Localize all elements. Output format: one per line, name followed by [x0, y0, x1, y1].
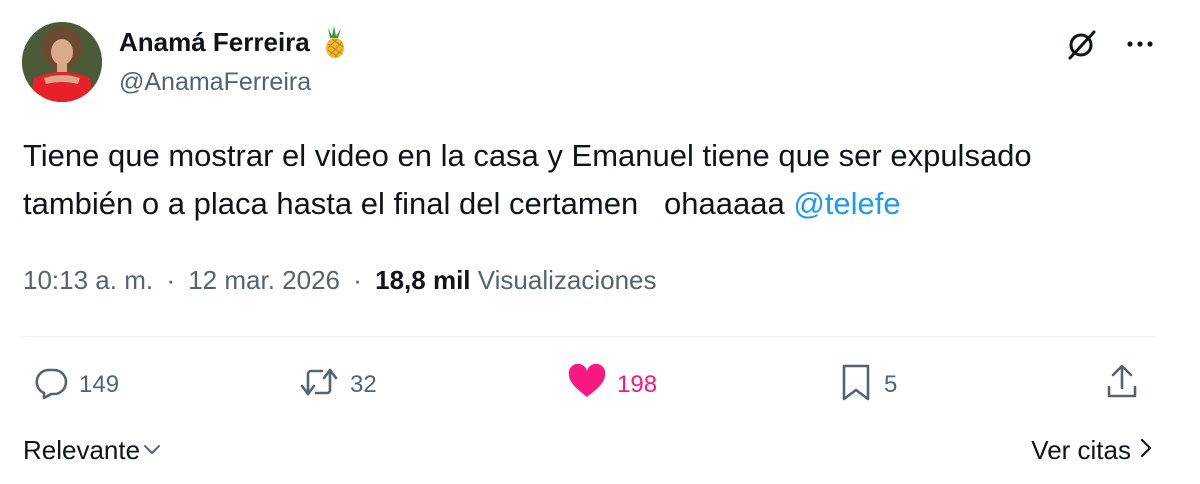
sort-dropdown[interactable]: Relevante — [23, 428, 162, 472]
like-count: 198 — [617, 371, 658, 398]
avatar[interactable] — [22, 22, 102, 102]
repost-icon — [298, 364, 340, 407]
views-label: Visualizaciones — [477, 265, 657, 295]
views-count: 18,8 mil — [375, 265, 471, 295]
tweet-text: Tiene que mostrar el video en la casa y … — [23, 132, 1173, 228]
repost-button[interactable]: 32 — [298, 360, 377, 410]
reply-icon — [33, 364, 69, 407]
grok-icon[interactable] — [1064, 26, 1100, 62]
author-handle[interactable]: @AnamaFerreira — [119, 64, 311, 100]
chevron-down-icon — [142, 428, 162, 472]
pineapple-icon — [318, 24, 350, 60]
chevron-right-icon — [1139, 428, 1153, 472]
view-quotes-link[interactable]: Ver citas — [1031, 428, 1153, 472]
bookmark-icon — [838, 362, 874, 409]
reply-count: 149 — [79, 371, 120, 398]
more-options-icon[interactable] — [1124, 26, 1156, 62]
tweet-meta: 10:13 a. m. · 12 mar. 2026 · 18,8 mil Vi… — [23, 258, 657, 302]
like-button[interactable]: 198 — [567, 360, 657, 410]
tweet-text-line-2: también o a placa hasta el final del cer… — [23, 180, 1173, 228]
tweet-date[interactable]: 12 mar. 2026 — [188, 265, 340, 295]
tweet-time[interactable]: 10:13 a. m. — [23, 265, 153, 295]
tweet-text-line-1: Tiene que mostrar el video en la casa y … — [23, 138, 1032, 173]
replies-header: Relevante Ver citas — [23, 428, 1153, 472]
meta-separator-2: · — [353, 265, 362, 295]
mention-link[interactable]: @telefe — [793, 186, 900, 221]
tweet-top-actions — [1064, 24, 1156, 64]
bookmark-button[interactable]: 5 — [838, 360, 897, 410]
sort-label: Relevante — [23, 435, 141, 465]
author-name-row: Anamá Ferreira — [119, 24, 350, 60]
tweet-action-bar: 149 32 198 5 — [0, 360, 1200, 410]
meta-separator: · — [166, 265, 175, 295]
repost-count: 32 — [350, 371, 377, 398]
avatar-photo — [22, 22, 102, 102]
quotes-label: Ver citas — [1031, 435, 1131, 465]
author-display-name[interactable]: Anamá Ferreira — [119, 24, 310, 60]
divider — [22, 336, 1155, 337]
reply-button[interactable]: 149 — [33, 360, 119, 410]
tweet-card: Anamá Ferreira @AnamaFerreira Tiene que … — [0, 0, 1200, 484]
tweet-text-line-2-body: también o a placa hasta el final del cer… — [23, 186, 794, 221]
bookmark-count: 5 — [884, 371, 898, 398]
share-icon — [1104, 362, 1140, 409]
share-button[interactable] — [1104, 360, 1140, 410]
heart-icon — [567, 363, 607, 407]
